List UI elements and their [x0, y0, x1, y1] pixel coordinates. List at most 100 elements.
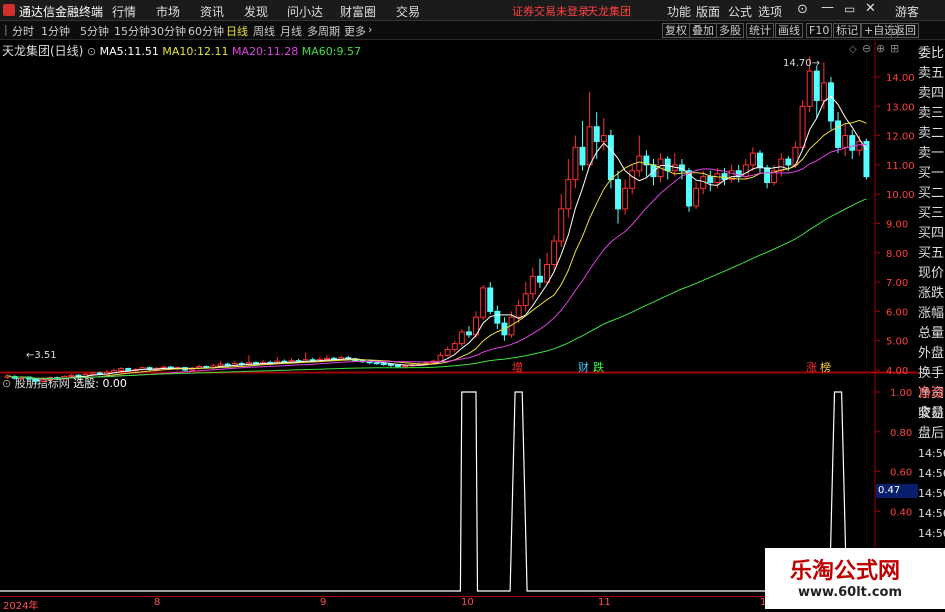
close-icon[interactable]: ✕ [865, 1, 876, 16]
price-axis-label: 11.00 [886, 161, 915, 172]
price-axis-label: 5.00 [886, 337, 908, 348]
tab-period-60min[interactable]: 60分钟 [188, 23, 224, 39]
menu-news[interactable]: 资讯 [200, 3, 224, 20]
quote-panel-row: 换手 [918, 366, 945, 381]
multi-stock-button[interactable]: 多股 [716, 23, 744, 38]
trade-panel-row[interactable]: 自动 [918, 384, 945, 404]
menu-quotes[interactable]: 行情 [112, 3, 136, 20]
menu-bar: 通达信金融终端 行情 市场 资讯 发现 问小达 财富圈 交易 证券交易未登录 天… [0, 0, 945, 21]
menu-trade[interactable]: 交易 [396, 3, 420, 20]
tab-period-more[interactable]: 更多 [344, 23, 366, 39]
low-price-label: ←3.51 [26, 350, 57, 361]
tab-period-weekly[interactable]: 周线 [253, 23, 275, 39]
minimize-icon[interactable]: — [821, 0, 834, 15]
adjust-button[interactable]: 复权 [662, 23, 690, 38]
candle-body [558, 208, 565, 242]
candle-body [529, 275, 536, 295]
event-marker-finance[interactable]: 财 [578, 359, 589, 375]
price-axis-label: 8.00 [886, 249, 908, 260]
menu-discover[interactable]: 发现 [244, 3, 268, 20]
indicator-axis-label: 0.60 [890, 468, 912, 479]
tab-period-1min[interactable]: 1分钟 [41, 23, 70, 39]
event-marker-increase[interactable]: 增 [512, 359, 523, 375]
candle-body [437, 354, 444, 362]
quote-panel-row: 买四 [918, 226, 945, 241]
quote-panel-row: 现价 [918, 266, 945, 281]
candle-body [707, 176, 714, 183]
price-axis-label: 14.00 [886, 73, 915, 84]
date-label-nov: 11 [598, 597, 611, 608]
candle-body [835, 120, 842, 148]
candle-body [636, 155, 643, 172]
tab-period-multi[interactable]: 多周期 [307, 23, 340, 39]
period-toolbar: | 分时 1分钟 5分钟 15分钟 30分钟 60分钟 日线 周线 月线 多周期… [0, 21, 945, 40]
app-logo-icon [3, 4, 15, 16]
price-axis-label: 6.00 [886, 307, 908, 318]
trade-panel-row: 盘后 [918, 426, 945, 441]
indicator-signal-line [0, 391, 875, 592]
candle-body [323, 357, 330, 360]
candle-body [458, 331, 465, 345]
price-axis-label: 12.00 [886, 132, 915, 143]
mark-button[interactable]: 标记 [833, 23, 861, 38]
menu-wealth[interactable]: 财富圈 [340, 3, 376, 20]
candle-body [40, 378, 47, 382]
more-chevron-icon[interactable]: › [368, 23, 372, 36]
user-label[interactable]: 游客 [895, 3, 919, 20]
candle-body [764, 167, 771, 183]
high-arrow-icon: → [811, 58, 821, 69]
candle-body [544, 264, 551, 283]
event-marker-rise[interactable]: 涨 [806, 359, 817, 375]
quote-panel-row: 涨幅 [918, 306, 945, 321]
statistics-button[interactable]: 统计 [746, 23, 774, 38]
overlay-button[interactable]: 叠加 [689, 23, 717, 38]
kline-chart[interactable]: 1.00 0.80 0.60 0.40 14.00 13.00 12.00 11.00 10.… [0, 40, 918, 596]
candle-body [785, 158, 792, 166]
candle-body [366, 361, 373, 364]
draw-line-button[interactable]: 画线 [775, 23, 803, 38]
event-marker-rank[interactable]: 榜 [820, 359, 831, 375]
candle-body [572, 146, 579, 181]
indicator-current-value: 0.47 [876, 484, 918, 498]
candle-body [714, 173, 721, 183]
candle-body [118, 368, 125, 372]
menu-formula[interactable]: 公式 [728, 3, 752, 20]
tab-period-30min[interactable]: 30分钟 [150, 23, 186, 39]
watermark-title: 乐淘公式网 [790, 558, 901, 584]
price-axis-label: 4.00 [886, 366, 908, 377]
menu-functions[interactable]: 功能 [667, 3, 691, 20]
event-marker-drop[interactable]: 跌 [593, 359, 604, 375]
trade-panel-row: 14:56 [918, 507, 945, 520]
tab-period-daily[interactable]: 日线 [226, 23, 248, 39]
indicator-axis-label: 0.40 [890, 507, 912, 518]
f10-button[interactable]: F10 [806, 23, 833, 38]
indicator-axis-label: 0.80 [890, 428, 912, 439]
toolbar-grip-icon: | [4, 23, 8, 36]
tab-period-timeshare[interactable]: 分时 [12, 23, 34, 39]
candle-body [806, 70, 813, 107]
candle-body [622, 187, 629, 210]
tab-period-monthly[interactable]: 月线 [280, 23, 302, 39]
quote-panel-row: 卖三 [918, 106, 945, 121]
tab-period-15min[interactable]: 15分钟 [114, 23, 150, 39]
price-axis-label: 10.00 [886, 190, 915, 201]
menu-layout[interactable]: 版面 [696, 3, 720, 20]
candle-body [856, 140, 863, 151]
quote-panel-row: 卖五 [918, 66, 945, 81]
candle-body [111, 370, 118, 373]
ma-line-ma60 [7, 198, 867, 379]
candle-body [551, 240, 558, 266]
tab-period-5min[interactable]: 5分钟 [80, 23, 109, 39]
menu-market[interactable]: 市场 [156, 3, 180, 20]
login-status[interactable]: 证券交易未登录 [512, 3, 589, 19]
indicator-axis-label: 1.00 [890, 388, 912, 399]
menu-options[interactable]: 选项 [758, 3, 782, 20]
date-label-oct: 10 [461, 597, 474, 608]
menu-ask[interactable]: 问小达 [287, 3, 323, 20]
candle-body [593, 126, 600, 142]
message-icon[interactable]: ⊙ [797, 2, 808, 17]
candle-body [373, 362, 380, 365]
restore-icon[interactable]: ▭ [844, 2, 855, 16]
price-axis-label: 9.00 [886, 220, 908, 231]
back-button[interactable]: 返回 [891, 23, 919, 38]
